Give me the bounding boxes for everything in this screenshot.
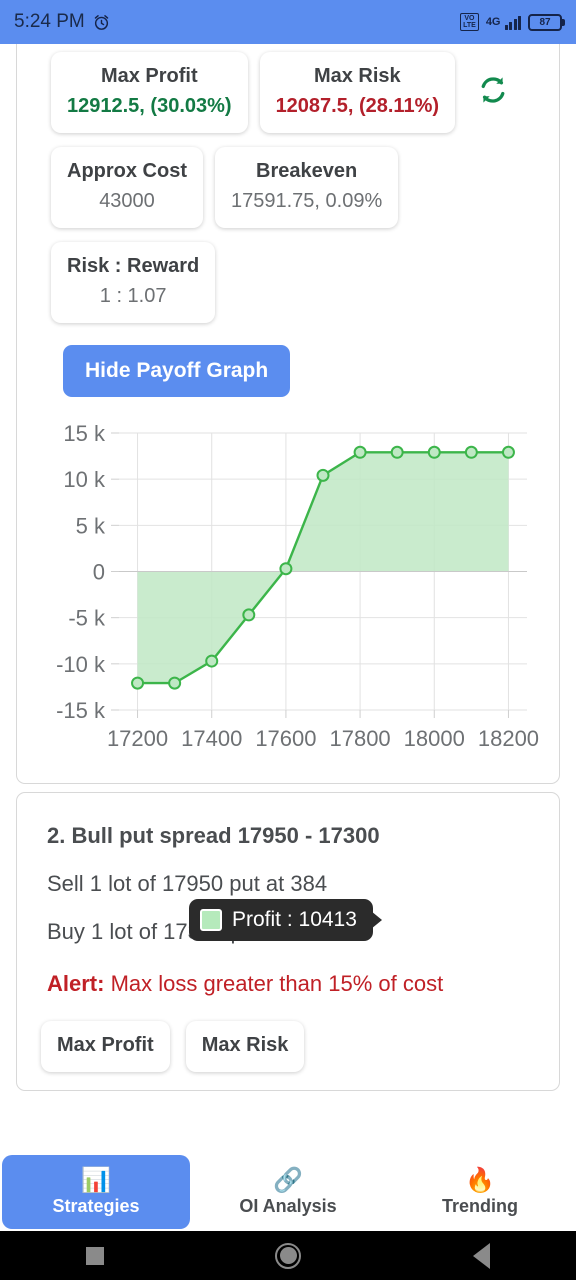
stat-value: 17591.75, 0.09% <box>231 190 383 212</box>
scroll-content[interactable]: Max Profit 12912.5, (30.03%) Max Risk 12… <box>0 44 576 1187</box>
stat-label: Risk : Reward <box>67 255 200 277</box>
payoff-chart-svg[interactable]: 15 k 10 k 5 k 0 -5 k -10 k -15 k17200 17400 1760… <box>29 415 549 765</box>
refresh-button[interactable] <box>467 52 511 113</box>
svg-text:17400: 17400 <box>181 726 242 751</box>
nav-item-trending[interactable]: 🔥 Trending <box>386 1155 574 1229</box>
alert-prefix: Alert: <box>47 971 105 996</box>
svg-text:-15 k: -15 k <box>56 698 106 723</box>
volte-bottom: LTE <box>463 22 476 29</box>
nav-item-strategies[interactable]: 📊 Strategies <box>2 1155 190 1229</box>
status-bar-time: 5:24 PM <box>14 11 85 32</box>
svg-text:15 k: 15 k <box>63 421 106 446</box>
stat-label: Approx Cost <box>67 160 187 182</box>
svg-text:5 k: 5 k <box>76 513 106 538</box>
volte-icon: VO LTE <box>460 13 479 31</box>
strategy-alert: Alert: Max loss greater than 15% of cost <box>47 971 547 997</box>
alarm-clock-icon <box>94 14 109 30</box>
svg-text:0: 0 <box>93 560 105 585</box>
fire-icon: 🔥 <box>465 1166 495 1194</box>
hide-payoff-graph-button[interactable]: Hide Payoff Graph <box>63 345 291 397</box>
stat-row-1: Max Profit 12912.5, (30.03%) Max Risk 12… <box>29 52 547 133</box>
svg-text:-10 k: -10 k <box>56 652 106 677</box>
link-icon: 🔗 <box>273 1166 303 1194</box>
stat-label: Max Profit <box>57 1034 154 1056</box>
nav-item-oi-analysis[interactable]: 🔗 OI Analysis <box>194 1155 382 1229</box>
stat-card-max-profit: Max Profit <box>41 1021 170 1072</box>
stat-value: 12087.5, (28.11%) <box>275 95 440 117</box>
stat-card-risk-reward: Risk : Reward 1 : 1.07 <box>51 242 216 323</box>
svg-text:-5 k: -5 k <box>68 606 106 631</box>
stat-card-max-profit: Max Profit 12912.5, (30.03%) <box>51 52 248 133</box>
stat-label: Breakeven <box>256 160 358 182</box>
strategy-title: 2. Bull put spread 17950 - 17300 <box>47 823 380 848</box>
battery-level: 87 <box>539 16 551 28</box>
nav-label: Trending <box>442 1195 518 1216</box>
stat-row-2: Approx Cost 43000 Breakeven 17591.75, 0.… <box>29 147 547 228</box>
chart-tooltip: Profit : 10413 <box>189 899 373 941</box>
status-bar-left: 5:24 PM <box>14 11 111 33</box>
svg-text:17200: 17200 <box>107 726 168 751</box>
signal-bars-icon <box>504 14 521 30</box>
nav-label: Strategies <box>52 1195 140 1216</box>
strategy-card-2: 2. Bull put spread 17950 - 17300 Sell 1 … <box>16 792 560 1091</box>
tooltip-color-swatch <box>200 909 222 931</box>
stat-value: 1 : 1.07 <box>99 285 167 307</box>
bar-chart-icon: 📊 <box>81 1166 111 1194</box>
alert-text: Max loss greater than 15% of cost <box>104 971 444 996</box>
stat-card-max-risk: Max Risk <box>185 1021 305 1072</box>
status-bar-right: VO LTE 4G 87 <box>460 13 565 31</box>
volte-top: VO <box>464 15 475 22</box>
svg-text:17800: 17800 <box>329 726 390 751</box>
refresh-icon[interactable] <box>475 72 511 108</box>
stat-value: 12912.5, (30.03%) <box>67 95 232 117</box>
stat-card-approx-cost: Approx Cost 43000 <box>51 147 203 228</box>
stat-card-breakeven: Breakeven 17591.75, 0.09% <box>215 147 399 228</box>
stat-label: Max Profit <box>100 65 198 87</box>
battery-icon: 87 <box>528 13 565 31</box>
svg-text:17600: 17600 <box>255 726 316 751</box>
stat-value: 43000 <box>99 190 155 212</box>
stat-row-3: Risk : Reward 1 : 1.07 <box>29 242 547 323</box>
nav-label: OI Analysis <box>239 1195 337 1216</box>
status-bar: 5:24 PM VO LTE 4G 87 <box>0 0 576 44</box>
strategy-leg-sell: Sell 1 lot of 17950 put at 384 <box>47 871 328 896</box>
recents-button[interactable] <box>85 1246 104 1265</box>
stat-card-max-risk: Max Risk 12087.5, (28.11%) <box>259 52 456 133</box>
stat-label: Max Risk <box>201 1034 289 1056</box>
tooltip-label: Profit : 10413 <box>232 908 357 931</box>
bottom-navigation: 📊 Strategies 🔗 OI Analysis 🔥 Trending <box>0 1153 576 1231</box>
android-navigation-bar <box>0 1231 576 1280</box>
network-type-label: 4G <box>485 16 501 28</box>
svg-text:10 k: 10 k <box>63 467 106 492</box>
payoff-chart[interactable]: 15 k 10 k 5 k 0 -5 k -10 k -15 k 17200 17400 1760… <box>29 415 549 941</box>
home-button[interactable] <box>275 1242 302 1269</box>
strategy-card-1: Max Profit 12912.5, (30.03%) Max Risk 12… <box>16 44 560 941</box>
back-button[interactable] <box>473 1242 491 1269</box>
stat-row-1: Max Profit Max Risk <box>29 1021 547 1072</box>
stat-label: Max Risk <box>313 65 401 87</box>
svg-text:18000: 18000 <box>404 726 465 751</box>
svg-text:18200: 18200 <box>478 726 539 751</box>
